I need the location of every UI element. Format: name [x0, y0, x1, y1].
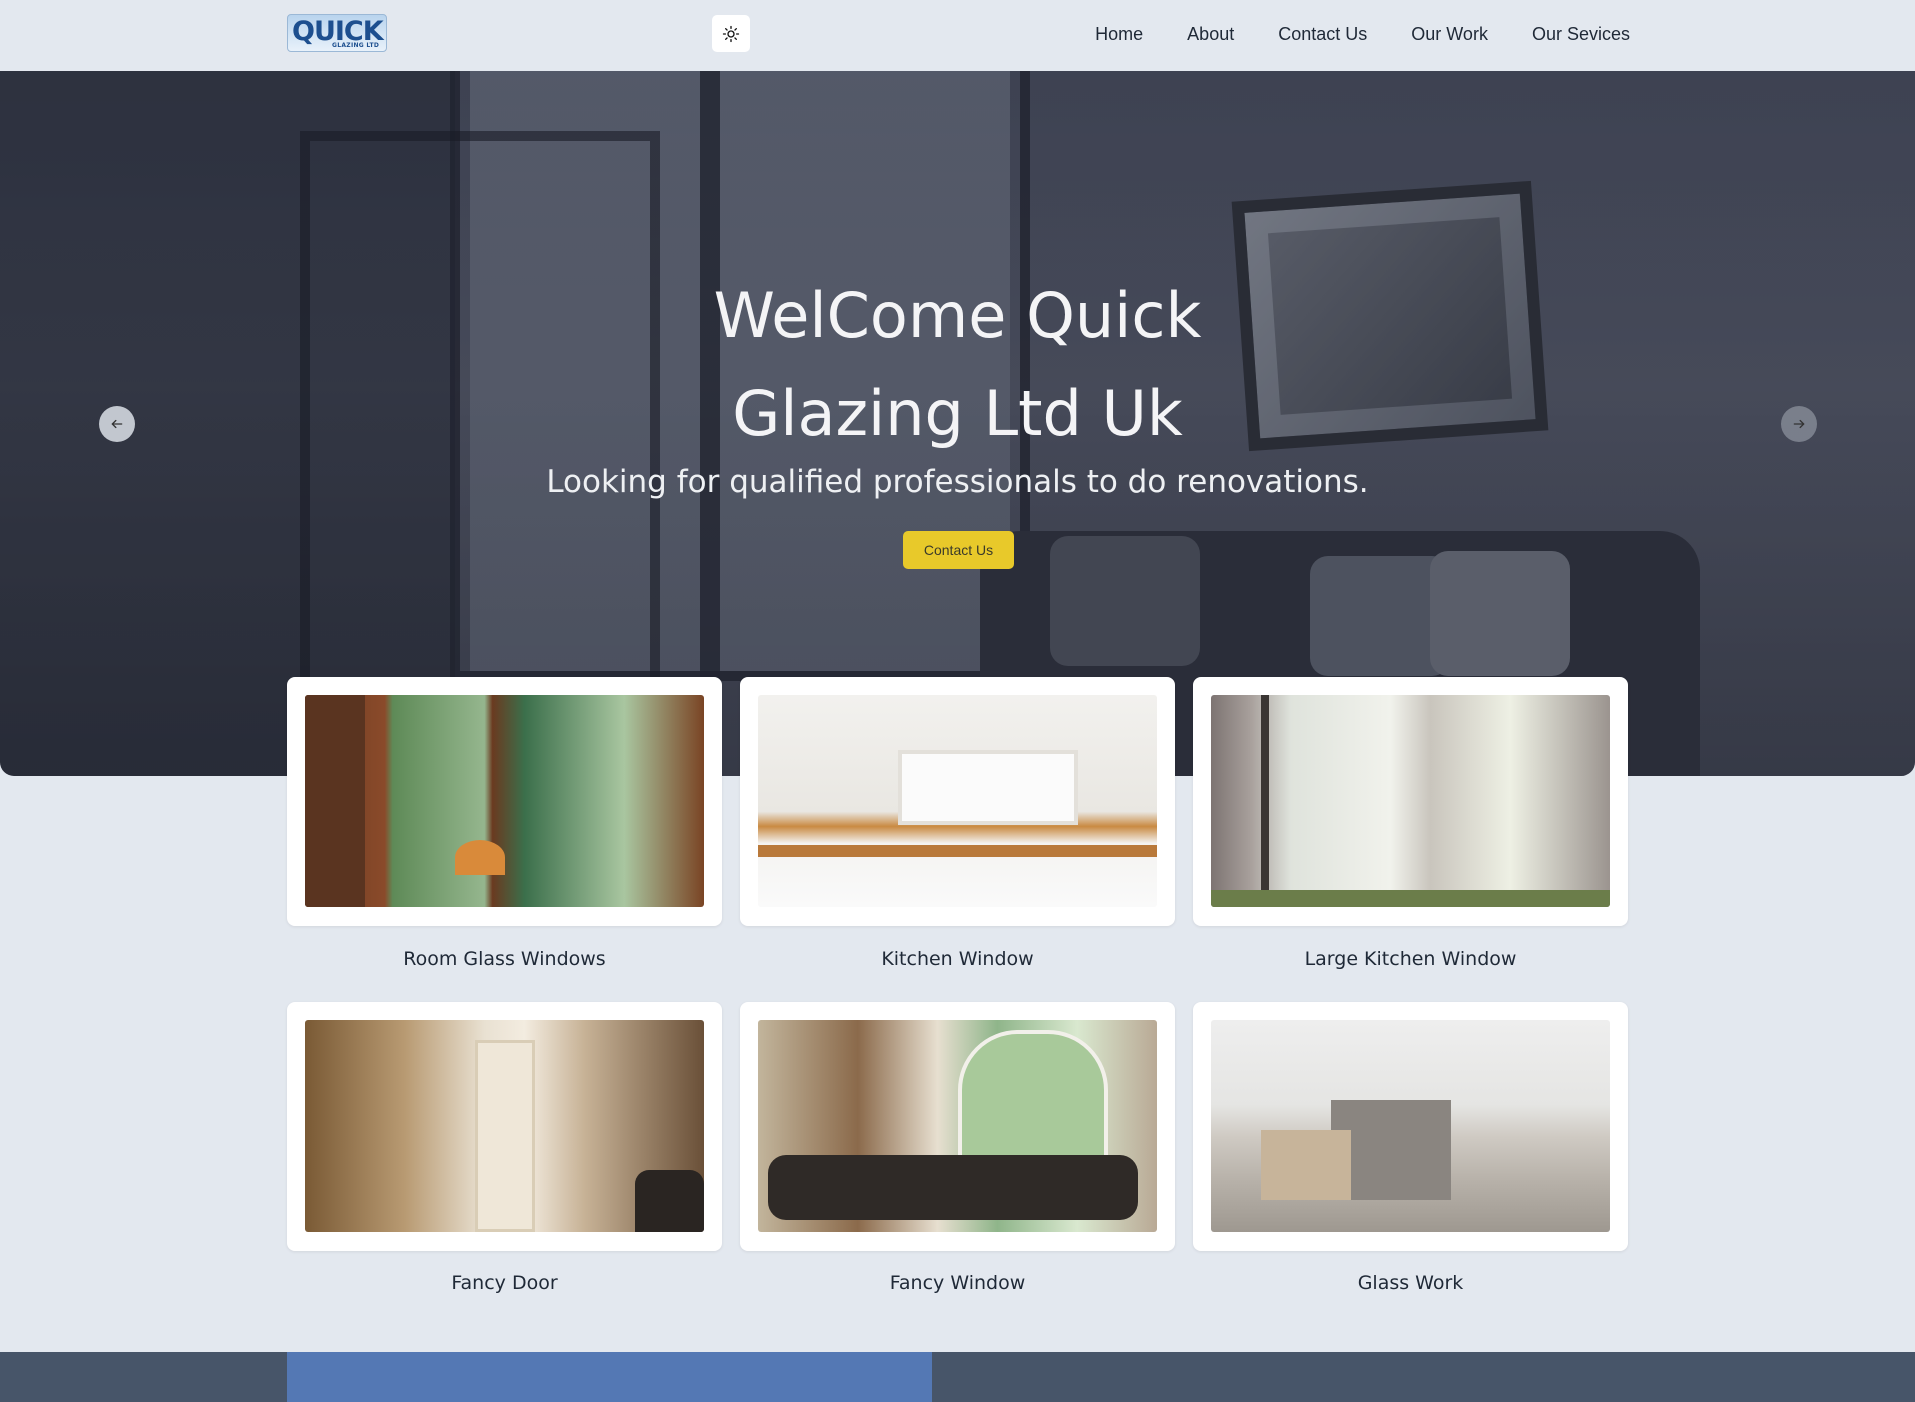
card-kitchen-window[interactable]: [740, 677, 1175, 926]
carousel-prev-button[interactable]: [99, 406, 135, 442]
card-fancy-door[interactable]: [287, 1002, 722, 1251]
hero-subtitle: Looking for qualified professionals to d…: [546, 464, 1369, 500]
nav-our-work[interactable]: Our Work: [1411, 24, 1488, 45]
card-label: Room Glass Windows: [403, 948, 606, 970]
image-detail: [305, 695, 365, 907]
image-detail: [475, 1040, 535, 1232]
kitchen-window-image: [758, 695, 1157, 907]
card-label: Fancy Window: [889, 1272, 1026, 1294]
company-logo[interactable]: QUICK GLAZING LTD: [287, 14, 387, 52]
carousel-next-button[interactable]: [1781, 406, 1817, 442]
footer-band: [0, 1352, 1915, 1402]
nav-our-services[interactable]: Our Sevices: [1532, 24, 1630, 45]
large-kitchen-window-image: [1211, 695, 1610, 907]
hero-title-line: WelCome Quick: [713, 279, 1202, 352]
image-detail: [758, 845, 1157, 857]
hero-contact-button[interactable]: Contact Us: [903, 531, 1014, 569]
hero-carousel: WelCome Quick Glazing Ltd Uk Looking for…: [0, 71, 1915, 776]
image-detail: [1261, 695, 1269, 907]
sun-icon: [722, 25, 740, 42]
footer-accent-block: [287, 1352, 932, 1402]
fancy-door-image: [305, 1020, 704, 1232]
card-label: Kitchen Window: [881, 948, 1034, 970]
card-label: Glass Work: [1357, 1272, 1464, 1294]
site-header: QUICK GLAZING LTD Home About Contact Us …: [0, 0, 1915, 71]
arrow-left-icon: [111, 419, 123, 429]
fancy-window-image: [758, 1020, 1157, 1232]
logo-subtext: GLAZING LTD: [332, 42, 380, 49]
image-detail: [635, 1170, 704, 1232]
image-detail: [1211, 890, 1610, 907]
theme-toggle-button[interactable]: [712, 15, 750, 52]
nav-home[interactable]: Home: [1095, 24, 1143, 45]
card-room-glass-windows[interactable]: [287, 677, 722, 926]
image-detail: [455, 840, 505, 875]
glass-work-image: [1211, 1020, 1610, 1232]
room-glass-windows-image: [305, 695, 704, 907]
card-label: Fancy Door: [451, 1272, 558, 1294]
image-detail: [1261, 1130, 1351, 1200]
card-large-kitchen-window[interactable]: [1193, 677, 1628, 926]
arrow-right-icon: [1793, 419, 1805, 429]
hero-title: WelCome Quick Glazing Ltd Uk: [0, 267, 1915, 463]
nav-about[interactable]: About: [1187, 24, 1234, 45]
image-detail: [898, 750, 1078, 825]
card-glass-work[interactable]: [1193, 1002, 1628, 1251]
image-detail: [958, 1030, 1108, 1170]
nav-contact-us[interactable]: Contact Us: [1278, 24, 1367, 45]
card-label: Large Kitchen Window: [1304, 948, 1517, 970]
card-fancy-window[interactable]: [740, 1002, 1175, 1251]
main-nav: Home About Contact Us Our Work Our Sevic…: [1095, 0, 1630, 68]
hero-title-line: Glazing Ltd Uk: [732, 377, 1183, 450]
image-detail: [768, 1155, 1138, 1220]
